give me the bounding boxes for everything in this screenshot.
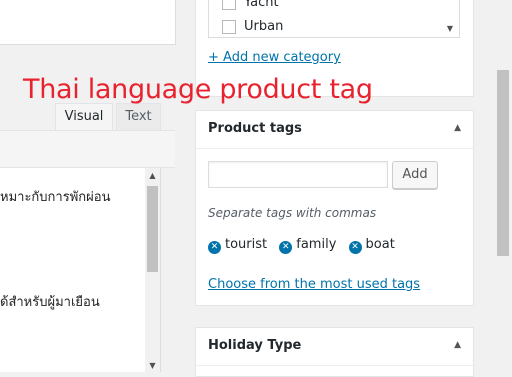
holiday-type-box: Holiday Type ▲ xyxy=(195,327,474,377)
checkbox[interactable] xyxy=(222,0,236,10)
editor-scrollbar[interactable]: ▲ ▼ xyxy=(145,168,160,372)
editor-line: หมาะกับการพักผ่อน xyxy=(0,190,111,205)
box-title: Product tags xyxy=(208,121,302,136)
remove-tag-icon[interactable]: ✕ xyxy=(208,241,221,254)
editor-line: ด้สำหรับผู้มาเยือน xyxy=(0,295,100,310)
remove-tag-icon[interactable]: ✕ xyxy=(348,241,362,254)
collapse-arrow-icon[interactable]: ▲ xyxy=(454,123,461,133)
category-checklist: Yacht Urban ▼ xyxy=(208,0,460,38)
tag-item: ✕ tourist xyxy=(208,237,267,254)
tag-hint: Separate tags with commas xyxy=(208,206,377,220)
editor-content[interactable]: หมาะกับการพักผ่อน ด้สำหรับผู้มาเยือน xyxy=(0,168,161,372)
editor-toolbar xyxy=(0,131,175,168)
tag-label: tourist xyxy=(225,237,268,252)
tag-label: family xyxy=(296,237,337,252)
scroll-down-icon[interactable]: ▼ xyxy=(145,361,160,370)
category-item-yacht[interactable]: Yacht xyxy=(222,0,279,12)
editor-header-area xyxy=(0,0,176,45)
box-title: Holiday Type xyxy=(208,338,302,353)
tag-item: ✕ family xyxy=(279,237,336,254)
category-scrollbar[interactable]: ▼ xyxy=(443,0,457,36)
annotation-label: Thai language product tag xyxy=(23,74,373,105)
add-new-category-link[interactable]: + Add new category xyxy=(208,50,341,65)
remove-tag-icon[interactable]: ✕ xyxy=(279,241,293,254)
scrollbar-thumb[interactable] xyxy=(497,70,509,256)
tag-label: boat xyxy=(365,237,395,252)
page-scrollbar[interactable] xyxy=(494,0,512,372)
choose-most-used-tags-link[interactable]: Choose from the most used tags xyxy=(208,277,420,292)
box-header: Product tags ▲ xyxy=(196,111,473,149)
category-label: Urban xyxy=(244,19,284,34)
tab-text[interactable]: Text xyxy=(116,103,161,131)
collapse-arrow-icon[interactable]: ▲ xyxy=(454,340,461,350)
scroll-down-icon[interactable]: ▼ xyxy=(443,24,457,33)
checkbox[interactable] xyxy=(222,19,236,34)
product-tags-box: Product tags ▲ Add Separate tags with co… xyxy=(195,110,474,306)
tag-item: ✕ boat xyxy=(348,237,395,254)
category-item-urban[interactable]: Urban xyxy=(222,18,283,36)
scroll-up-icon[interactable]: ▲ xyxy=(145,171,160,180)
add-tag-button[interactable]: Add xyxy=(392,161,438,189)
new-tag-input[interactable] xyxy=(208,161,388,188)
box-header: Holiday Type ▲ xyxy=(196,328,473,366)
category-label: Yacht xyxy=(244,0,279,10)
tag-list: ✕ tourist ✕ family ✕ boat xyxy=(208,237,403,254)
scrollbar-thumb[interactable] xyxy=(147,186,158,272)
tab-visual[interactable]: Visual xyxy=(55,103,113,131)
